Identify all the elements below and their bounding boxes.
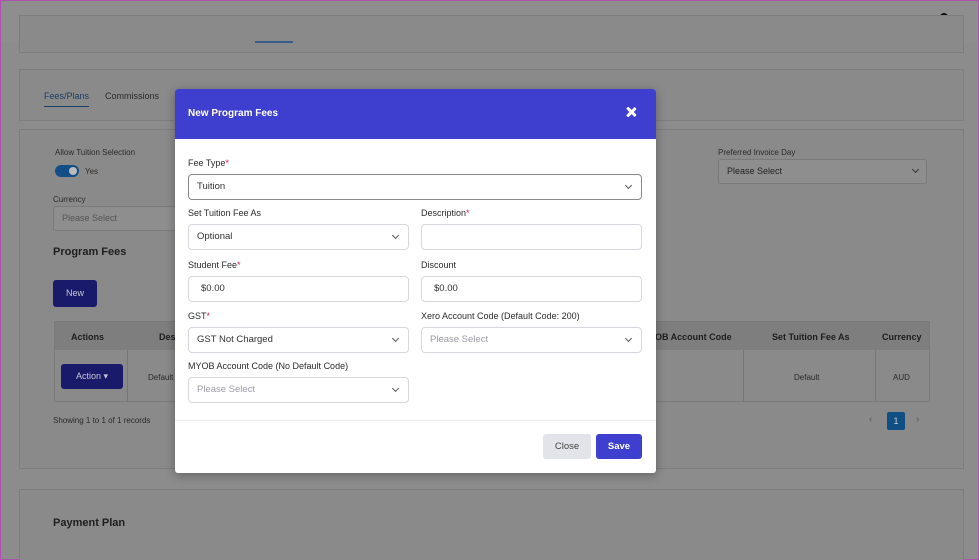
pager-page-1[interactable]: 1 (887, 412, 905, 430)
fee-type-select[interactable]: Tuition (188, 174, 642, 200)
discount-label: Discount (421, 260, 457, 270)
chevron-down-icon (624, 181, 633, 190)
fee-type-value: Tuition (197, 181, 226, 192)
gst-label: GST* (188, 311, 211, 321)
tab-commissions[interactable]: Commissions (105, 91, 159, 101)
column-myob[interactable]: OB Account Code (655, 332, 732, 342)
column-description[interactable]: Des (159, 332, 176, 342)
student-fee-input[interactable]: $0.00 (188, 276, 409, 302)
close-icon[interactable] (625, 106, 637, 118)
tuition-as-select[interactable]: Optional (188, 224, 409, 250)
currency-select[interactable]: Please Select (53, 206, 183, 231)
chevron-down-icon (391, 231, 400, 240)
modal-footer-divider (175, 420, 656, 421)
gst-select[interactable]: GST Not Charged (188, 327, 409, 353)
close-button[interactable]: Close (543, 434, 591, 459)
myob-label: MYOB Account Code (No Default Code) (188, 361, 349, 371)
pager-next-icon[interactable]: › (916, 414, 919, 425)
allow-tuition-toggle[interactable] (55, 165, 79, 177)
records-count-text: Showing 1 to 1 of 1 records (53, 416, 151, 425)
program-fees-title: Program Fees (53, 246, 127, 258)
modal-header: New Program Fees (175, 89, 656, 139)
row-description: Default (148, 373, 174, 382)
new-program-fees-modal: New Program Fees Fee Type* Tuition Set T… (175, 89, 656, 473)
row-currency: AUD (893, 373, 910, 382)
description-label: Description* (421, 208, 470, 218)
currency-label: Currency (53, 195, 86, 204)
new-fee-button[interactable]: New (53, 280, 97, 307)
myob-select[interactable]: Please Select (188, 377, 409, 403)
discount-input[interactable]: $0.00 (421, 276, 642, 302)
active-tab-indicator (255, 41, 293, 43)
chevron-down-icon (624, 334, 633, 343)
column-currency[interactable]: Currency (882, 332, 922, 342)
allow-tuition-label: Allow Tuition Selection (55, 148, 136, 157)
row-action-button[interactable]: Action ▾ (61, 364, 123, 389)
myob-placeholder: Please Select (197, 384, 256, 395)
invoice-day-select-value: Please Select (727, 166, 783, 176)
save-button[interactable]: Save (596, 434, 642, 459)
description-input[interactable] (421, 224, 642, 250)
column-tuition-as[interactable]: Set Tuition Fee As (772, 332, 850, 342)
modal-title: New Program Fees (188, 108, 279, 119)
xero-select[interactable]: Please Select (421, 327, 642, 353)
invoice-day-select[interactable]: Please Select (718, 159, 927, 184)
xero-placeholder: Please Select (430, 334, 489, 345)
payment-plan-title: Payment Plan (53, 517, 126, 529)
chevron-down-icon (391, 384, 400, 393)
tuition-as-value: Optional (197, 231, 233, 242)
fee-type-label: Fee Type* (188, 158, 229, 168)
tab-fees-plans[interactable]: Fees/Plans (44, 91, 90, 107)
pager-prev-icon[interactable]: ‹ (869, 414, 872, 425)
app-frame: ? 3 1 Fees/Plans Commissions Allow Tuiti… (0, 0, 979, 560)
currency-select-value: Please Select (62, 213, 118, 223)
chevron-down-icon (911, 165, 920, 174)
xero-label: Xero Account Code (Default Code: 200) (421, 311, 580, 321)
row-tuition-as: Default (794, 373, 820, 382)
tuition-as-label: Set Tuition Fee As (188, 208, 262, 218)
chevron-down-icon (391, 334, 400, 343)
allow-tuition-value: Yes (85, 167, 99, 176)
column-actions[interactable]: Actions (71, 332, 104, 342)
student-fee-label: Student Fee* (188, 260, 241, 270)
invoice-day-label: Preferred Invoice Day (718, 148, 796, 157)
page-header-card (19, 15, 964, 53)
gst-value: GST Not Charged (197, 334, 273, 345)
payment-plan-card: Payment Plan (19, 489, 964, 560)
